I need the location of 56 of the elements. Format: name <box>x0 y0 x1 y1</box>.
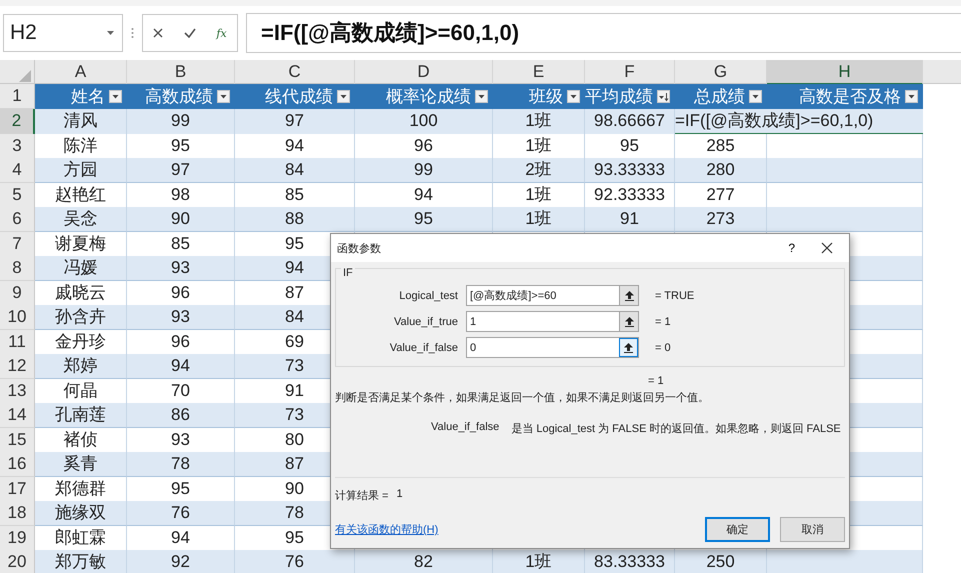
function-name: IF <box>341 267 355 279</box>
row-number[interactable]: 19 <box>0 526 35 550</box>
row-number[interactable]: 15 <box>0 428 35 452</box>
row-number[interactable]: 6 <box>0 207 35 232</box>
row-number[interactable]: 8 <box>0 256 35 281</box>
row-number[interactable]: 11 <box>0 330 35 354</box>
header-label: 总成绩 <box>694 86 745 108</box>
table-cell: 1班 <box>493 550 585 573</box>
row-number[interactable]: 9 <box>0 280 35 306</box>
header-label: 高数是否及格 <box>799 86 901 108</box>
header-label: 姓名 <box>71 86 105 108</box>
row-number[interactable]: 20 <box>0 550 35 573</box>
name-box[interactable]: H2 <box>3 14 123 52</box>
table-cell: 76 <box>235 550 355 573</box>
argument-field[interactable]: [@高数成绩]>=60 <box>466 285 639 306</box>
header-label: 线代成绩 <box>265 86 333 108</box>
header-label: 概率论成绩 <box>386 86 471 108</box>
row-number[interactable]: 2 <box>0 109 35 135</box>
argument-name: Value_if_false <box>431 421 500 435</box>
table-cell: 83.33333 <box>585 550 675 573</box>
row-number[interactable]: 4 <box>0 158 35 183</box>
row-number[interactable]: 16 <box>0 452 35 477</box>
argument-label: Value_if_true <box>392 316 458 328</box>
formula-result: = 1 <box>648 375 664 387</box>
table-cell: 92 <box>127 550 235 573</box>
header-label: 班级 <box>529 86 563 108</box>
argument-description: 是当 Logical_test 为 FALSE 时的返回值。如果忽略，则返回 FALSE <box>511 422 841 436</box>
table-cell: 82 <box>355 550 493 573</box>
argument-label: Logical_test <box>398 290 458 302</box>
row-number[interactable]: 7 <box>0 232 35 256</box>
formula-field[interactable]: =IF([@高数成绩]>=60,1,0) <box>246 13 961 53</box>
header-label: 高数成绩 <box>145 86 213 108</box>
argument-label: Value_if_false <box>388 342 458 354</box>
argument-result: = 0 <box>655 342 671 354</box>
table-cell: 郑万敏 <box>35 550 127 573</box>
argument-field[interactable]: 0 <box>466 337 639 358</box>
row-number[interactable]: 1 <box>0 84 35 109</box>
row-number[interactable]: 5 <box>0 182 35 208</box>
argument-result: = 1 <box>655 316 671 328</box>
cancel-button[interactable]: 取消 <box>780 517 845 542</box>
row-number[interactable]: 17 <box>0 476 35 502</box>
row-number[interactable]: 18 <box>0 501 35 526</box>
insert-function-button[interactable]: fx <box>216 26 227 40</box>
argument-field[interactable]: 1 <box>466 311 639 332</box>
table-cell: 250 <box>675 550 767 573</box>
header-label: 平均成绩 <box>585 86 653 108</box>
calc-result-value: 1 <box>396 488 403 502</box>
ok-button[interactable]: 确定 <box>705 517 770 542</box>
argument-result: = TRUE <box>655 290 694 302</box>
row-number[interactable]: 3 <box>0 134 35 158</box>
help-button[interactable]: ? <box>788 241 795 255</box>
row-number[interactable]: 14 <box>0 403 35 428</box>
row-number[interactable]: 10 <box>0 305 35 330</box>
row-number[interactable]: 12 <box>0 354 35 379</box>
column-letter[interactable]: H <box>767 60 923 85</box>
row-number[interactable]: 13 <box>0 378 35 404</box>
